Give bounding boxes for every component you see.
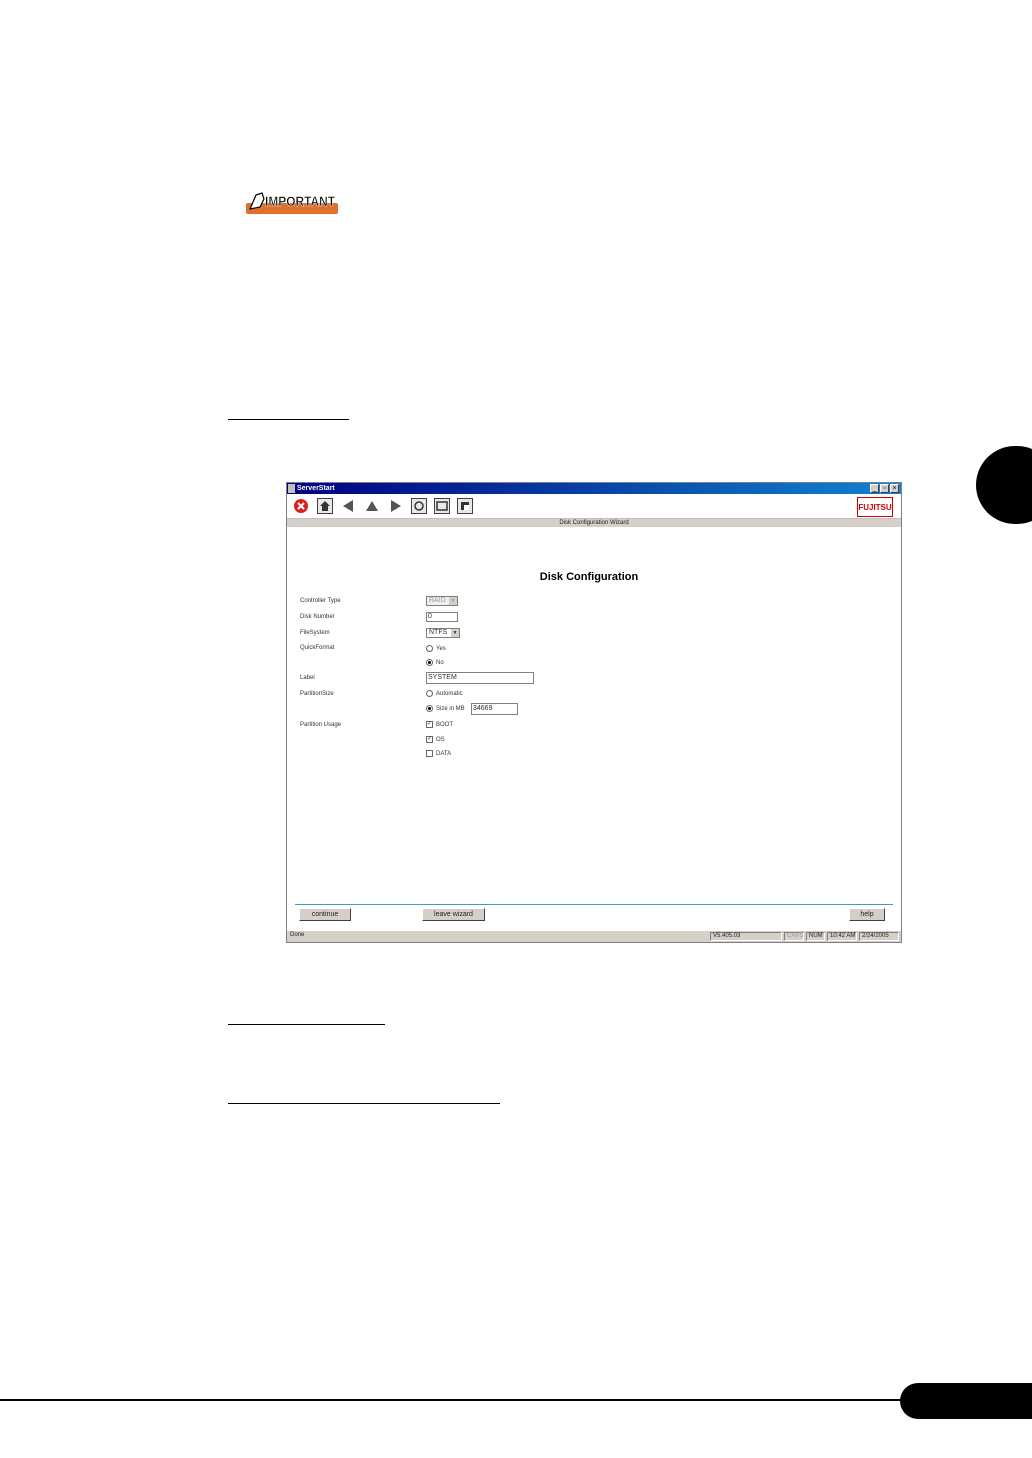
quick-format-no-radio[interactable] <box>426 659 433 666</box>
important-badge: IMPORTANT <box>246 192 338 214</box>
stop-icon <box>294 499 308 513</box>
caps-indicator: CAPS <box>784 932 804 941</box>
refresh-icon <box>414 501 424 511</box>
os-checkbox[interactable]: ✓ <box>426 736 433 743</box>
app-icon <box>288 484 295 493</box>
data-checkbox[interactable] <box>426 750 433 757</box>
home-button[interactable] <box>317 498 333 514</box>
arrow-right-icon <box>391 500 401 512</box>
leave-wizard-button[interactable]: leave wizard <box>422 908 485 921</box>
wizard-bar-title: Disk Configuration Wizard <box>559 520 629 526</box>
close-window-button[interactable]: × <box>890 484 899 493</box>
os-label: OS <box>436 737 445 744</box>
quick-format-label: QuickFormat <box>300 645 335 651</box>
partition-size-input[interactable]: 34669 <box>471 703 518 715</box>
toolbar: FUJITSU <box>287 494 901 519</box>
partition-size-mb-option[interactable]: Size in MB <box>426 705 465 712</box>
window-button[interactable] <box>434 498 450 514</box>
footer-divider <box>295 904 893 905</box>
maximize-button[interactable]: ▫ <box>880 484 889 493</box>
partition-size-label: PartitionSize <box>300 691 334 697</box>
quick-format-yes-option[interactable]: Yes <box>426 645 446 652</box>
file-system-value: NTFS <box>429 629 448 636</box>
version-text: V5.405.03 <box>710 932 782 941</box>
date-text: 2/24/2005 <box>859 932 899 941</box>
partition-usage-boot-option[interactable]: ✓ BOOT <box>426 721 453 728</box>
quick-format-no-option[interactable]: No <box>426 659 444 666</box>
controller-type-select[interactable]: RAID ▼ <box>426 596 458 606</box>
label-input[interactable]: SYSTEM <box>426 672 534 684</box>
window-icon <box>436 501 448 511</box>
chapter-tab <box>976 446 1032 524</box>
footer-rule <box>0 1399 905 1401</box>
page-title: Disk Configuration <box>539 571 639 583</box>
chevron-down-icon: ▼ <box>449 597 457 605</box>
partition-size-mb-label: Size in MB <box>436 706 465 713</box>
home-icon <box>320 501 330 511</box>
page-number-tab <box>900 1383 1032 1419</box>
fujitsu-logo: FUJITSU <box>857 497 893 517</box>
wizard-bar: Disk Configuration Wizard <box>287 519 901 527</box>
partition-size-automatic-radio[interactable] <box>426 690 433 697</box>
partition-usage-os-option[interactable]: ✓ OS <box>426 736 445 743</box>
partition-size-automatic-option[interactable]: Automatic <box>426 690 463 697</box>
controller-type-value: RAID <box>429 597 446 604</box>
up-button[interactable] <box>364 498 380 514</box>
partition-size-mb-radio[interactable] <box>426 705 433 712</box>
disk-number-label: Disk Number <box>300 614 335 620</box>
quick-format-yes-radio[interactable] <box>426 645 433 652</box>
help-button[interactable]: help <box>849 908 885 921</box>
arrow-up-icon <box>366 501 378 511</box>
status-bar: Done V5.405.03 CAPS NUM 10:42 AM 2/24/20… <box>287 931 901 942</box>
fullscreen-button[interactable] <box>457 498 473 514</box>
quick-format-yes-label: Yes <box>436 646 446 653</box>
partition-usage-data-option[interactable]: DATA <box>426 750 451 757</box>
heading-rule-1 <box>228 419 349 420</box>
status-text: Done <box>290 932 305 938</box>
minimize-button[interactable]: _ <box>870 484 879 493</box>
back-button[interactable] <box>340 498 356 514</box>
boot-checkbox[interactable]: ✓ <box>426 721 433 728</box>
serverstart-window: ServerStart _ ▫ × FUJITSU Disk Configura… <box>286 482 902 943</box>
refresh-button[interactable] <box>411 498 427 514</box>
content-area: Disk Configuration Controller Type RAID … <box>287 527 901 907</box>
partition-size-automatic-label: Automatic <box>436 691 463 698</box>
window-title: ServerStart <box>297 485 335 492</box>
file-system-label: FileSystem <box>300 630 330 636</box>
time-text: 10:42 AM <box>827 932 857 941</box>
disk-number-input[interactable]: 0 <box>426 612 458 622</box>
boot-label: BOOT <box>436 722 454 729</box>
label-field-label: Label <box>300 675 315 681</box>
data-label: DATA <box>436 751 452 758</box>
heading-rule-2 <box>228 1024 385 1025</box>
quick-format-no-label: No <box>436 660 444 667</box>
chevron-down-icon: ▼ <box>451 629 459 637</box>
partition-usage-label: Partition Usage <box>300 722 342 728</box>
important-badge-text: IMPORTANT <box>265 193 335 209</box>
heading-rule-3 <box>228 1103 500 1104</box>
continue-button[interactable]: continue <box>299 908 351 921</box>
title-bar[interactable]: ServerStart _ ▫ × <box>287 483 901 494</box>
fullscreen-icon <box>461 502 469 510</box>
arrow-left-icon <box>343 500 353 512</box>
num-indicator: NUM <box>806 932 825 941</box>
controller-type-label: Controller Type <box>300 598 341 604</box>
stop-button[interactable] <box>293 498 309 514</box>
forward-button[interactable] <box>388 498 404 514</box>
file-system-select[interactable]: NTFS ▼ <box>426 628 460 638</box>
